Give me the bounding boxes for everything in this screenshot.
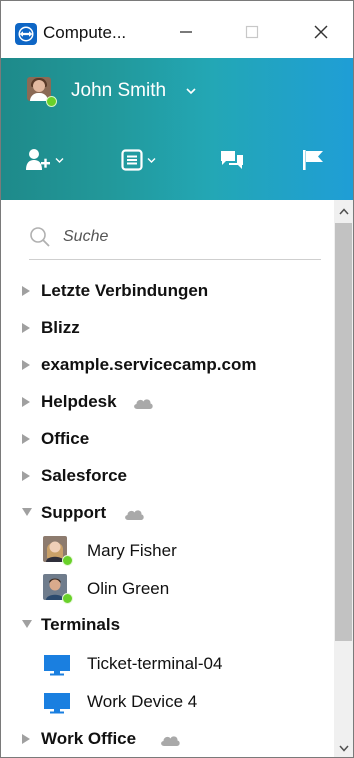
scroll-up-button[interactable] bbox=[334, 200, 353, 222]
online-status-icon bbox=[46, 96, 57, 107]
chevron-down-icon bbox=[338, 745, 349, 752]
flag-button[interactable] bbox=[301, 148, 325, 172]
maximize-icon bbox=[245, 25, 259, 39]
search-icon bbox=[30, 227, 50, 247]
search-input[interactable] bbox=[63, 228, 303, 246]
teamviewer-computers-contacts-window: Compute... John Smith Suche Letzte Verbi… bbox=[0, 0, 354, 758]
group-example-servicecamp[interactable]: example.servicecamp.com bbox=[1, 350, 334, 380]
add-contact-button[interactable] bbox=[25, 148, 64, 172]
chevron-down-icon bbox=[55, 157, 64, 163]
chat-button[interactable] bbox=[219, 148, 245, 172]
cloud-icon bbox=[134, 399, 153, 409]
contacts-list-panel: Letzte Verbindungen Blizz example.servic… bbox=[1, 200, 334, 757]
group-work-office[interactable]: Work Office bbox=[1, 724, 334, 754]
group-label: Terminals bbox=[41, 615, 121, 634]
group-label: example.servicecamp.com bbox=[41, 355, 257, 374]
chevron-down-icon[interactable] bbox=[186, 84, 196, 98]
contact-name: Mary Fisher bbox=[87, 541, 177, 560]
contact-name: Olin Green bbox=[87, 579, 170, 598]
cloud-icon bbox=[125, 510, 144, 520]
group-label: Support bbox=[41, 503, 107, 522]
teamviewer-app-icon bbox=[15, 23, 37, 45]
chat-icon bbox=[221, 151, 243, 169]
view-options-button[interactable] bbox=[121, 148, 156, 172]
group-label: Blizz bbox=[41, 318, 80, 337]
expand-arrow-icon[interactable] bbox=[21, 433, 33, 445]
flag-icon bbox=[303, 150, 323, 170]
expand-arrow-icon[interactable] bbox=[21, 322, 33, 334]
group-label: Office bbox=[41, 429, 90, 448]
vertical-scrollbar[interactable] bbox=[334, 200, 353, 757]
group-letzte-verbindungen[interactable]: Letzte Verbindungen bbox=[1, 276, 334, 306]
group-label: Letzte Verbindungen bbox=[41, 281, 209, 300]
account-header: John Smith bbox=[1, 58, 353, 200]
group-label: Helpdesk bbox=[41, 392, 117, 411]
minimize-button[interactable] bbox=[167, 15, 205, 49]
monitor-icon bbox=[44, 655, 70, 676]
group-helpdesk[interactable]: Helpdesk bbox=[1, 387, 334, 417]
group-office[interactable]: Office bbox=[1, 424, 334, 454]
scrollbar-thumb[interactable] bbox=[335, 223, 352, 641]
scroll-down-button[interactable] bbox=[334, 737, 353, 757]
computer-name: Work Device 4 bbox=[87, 692, 198, 711]
expand-arrow-icon[interactable] bbox=[21, 733, 33, 745]
collapse-arrow-icon[interactable] bbox=[21, 619, 33, 631]
search-box[interactable] bbox=[29, 222, 321, 260]
expand-arrow-icon[interactable] bbox=[21, 359, 33, 371]
add-contact-icon bbox=[26, 149, 50, 170]
chevron-down-icon bbox=[147, 157, 156, 163]
close-button[interactable] bbox=[302, 15, 340, 49]
group-support[interactable]: Support bbox=[1, 498, 334, 528]
window-title: Compute... bbox=[43, 23, 127, 42]
group-label: Salesforce bbox=[41, 466, 127, 485]
group-terminals[interactable]: Terminals bbox=[1, 610, 334, 640]
expand-arrow-icon[interactable] bbox=[21, 285, 33, 297]
online-status-icon bbox=[62, 593, 73, 604]
title-bar: Compute... bbox=[1, 1, 353, 58]
maximize-button[interactable] bbox=[233, 15, 271, 49]
monitor-icon bbox=[44, 693, 70, 714]
computer-name: Ticket-terminal-04 bbox=[87, 654, 223, 673]
group-blizz[interactable]: Blizz bbox=[1, 313, 334, 343]
list-view-icon bbox=[121, 149, 143, 171]
expand-arrow-icon[interactable] bbox=[21, 396, 33, 408]
expand-arrow-icon[interactable] bbox=[21, 470, 33, 482]
online-status-icon bbox=[62, 555, 73, 566]
collapse-arrow-icon[interactable] bbox=[21, 507, 33, 519]
computer-item-ticket-terminal-04[interactable]: Ticket-terminal-04 bbox=[1, 646, 334, 680]
computer-item-work-device-4[interactable]: Work Device 4 bbox=[1, 684, 334, 718]
user-name-menu[interactable]: John Smith bbox=[71, 80, 166, 102]
contact-item-mary-fisher[interactable]: Mary Fisher bbox=[1, 533, 334, 567]
cloud-icon bbox=[161, 736, 180, 746]
group-label: Work Office bbox=[41, 729, 137, 748]
group-salesforce[interactable]: Salesforce bbox=[1, 461, 334, 491]
minimize-icon bbox=[180, 31, 192, 33]
chevron-up-icon bbox=[338, 207, 349, 214]
close-icon bbox=[314, 25, 328, 39]
contact-item-olin-green[interactable]: Olin Green bbox=[1, 571, 334, 605]
